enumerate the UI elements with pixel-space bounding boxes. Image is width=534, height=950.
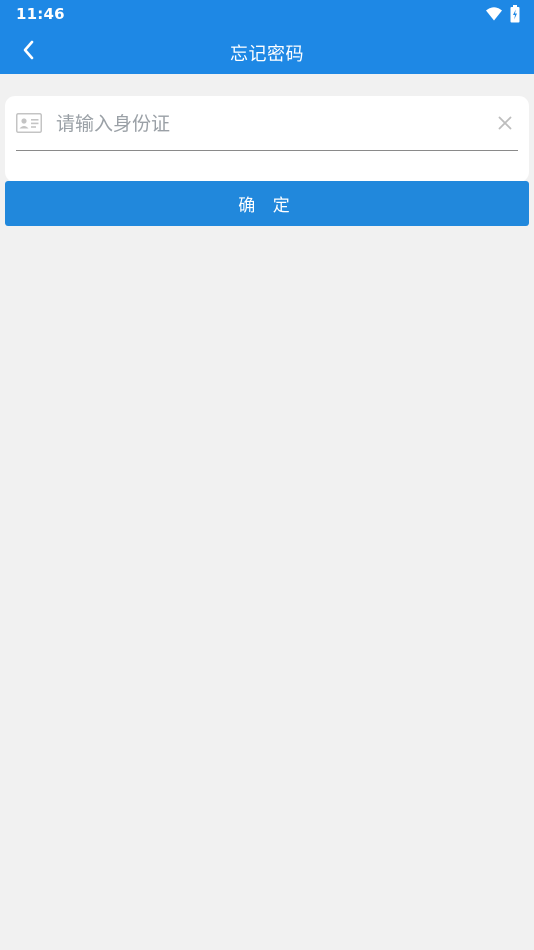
battery-charging-icon	[510, 5, 520, 23]
status-time: 11:46	[16, 5, 65, 23]
wifi-icon	[486, 7, 502, 21]
title-bar: 忘记密码	[0, 28, 534, 74]
id-card-icon	[16, 113, 42, 133]
close-icon	[498, 116, 512, 130]
confirm-button[interactable]: 确 定	[5, 181, 529, 226]
forgot-password-screen: 11:46 忘记密码 请输入身份证 确 定	[0, 0, 534, 950]
app-header: 11:46 忘记密码	[0, 0, 534, 74]
id-field	[16, 96, 518, 151]
id-input-card	[5, 96, 529, 182]
page-title: 忘记密码	[230, 44, 304, 65]
id-number-input[interactable]	[56, 106, 476, 142]
status-bar: 11:46	[0, 0, 534, 28]
clear-button[interactable]	[494, 112, 516, 134]
